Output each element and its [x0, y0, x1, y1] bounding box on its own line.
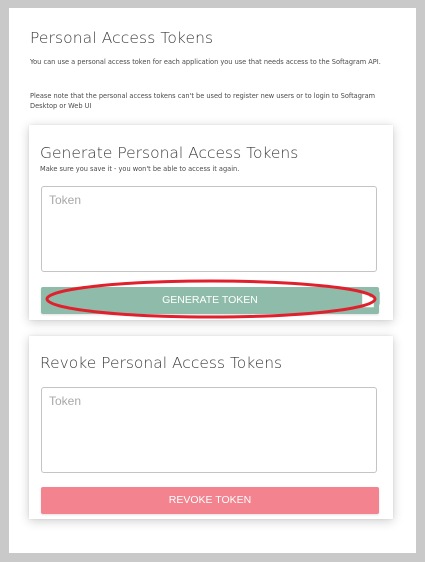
- generate-card-subtitle: Make sure you save it - you won't be abl…: [40, 165, 240, 173]
- revoke-token-button[interactable]: REVOKE TOKEN: [41, 487, 379, 514]
- generate-token-card: Generate Personal Access Tokens Make sur…: [29, 125, 393, 320]
- generate-token-button[interactable]: GENERATE TOKEN: [41, 287, 379, 314]
- intro-text: You can use a personal access token for …: [30, 58, 381, 66]
- intro-note: Please note that the personal access tok…: [30, 92, 376, 110]
- copy-icon[interactable]: [360, 287, 380, 309]
- page-panel: Personal Access Tokens You can use a per…: [9, 8, 416, 553]
- revoke-token-field[interactable]: [41, 387, 377, 473]
- page-title: Personal Access Tokens: [30, 29, 214, 47]
- revoke-token-card: Revoke Personal Access Tokens REVOKE TOK…: [29, 336, 393, 519]
- revoke-card-title: Revoke Personal Access Tokens: [40, 354, 283, 372]
- generate-token-field[interactable]: [41, 186, 377, 272]
- generate-card-title: Generate Personal Access Tokens: [40, 144, 299, 162]
